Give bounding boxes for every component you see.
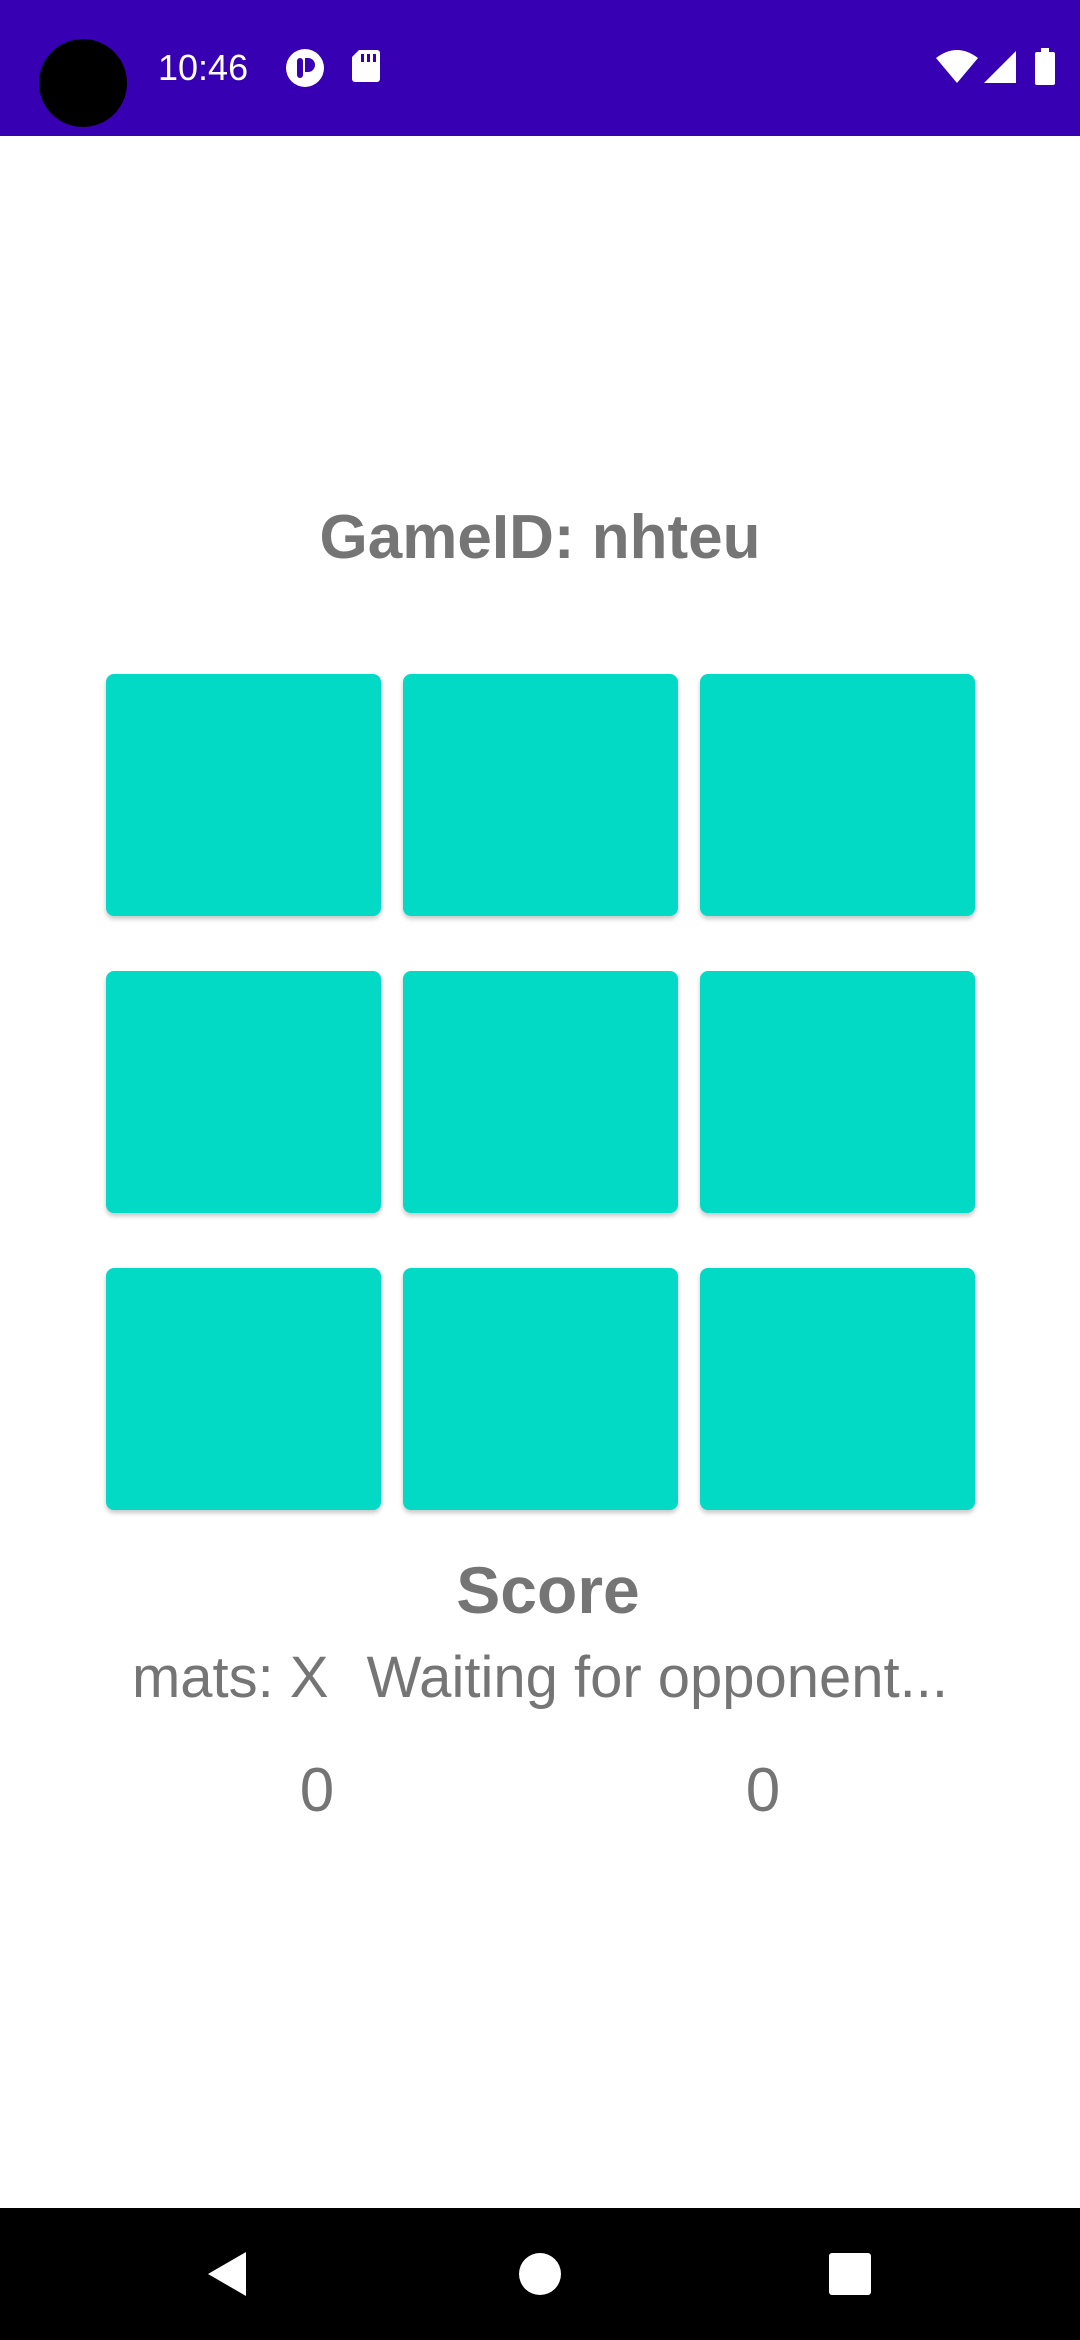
wifi-icon xyxy=(935,50,979,90)
player-two-score: 0 xyxy=(745,1756,781,1825)
board-cell-7[interactable] xyxy=(106,1268,381,1510)
board-cell-5[interactable] xyxy=(403,971,678,1213)
board-cell-9[interactable] xyxy=(700,1268,975,1510)
board-cell-2[interactable] xyxy=(403,674,678,916)
camera-cutout xyxy=(39,39,127,127)
status-clock: 10:46 xyxy=(158,47,249,88)
game-board xyxy=(106,674,976,1510)
player-two-label: Waiting for opponent... xyxy=(366,1645,949,1710)
player-one-label: mats: X xyxy=(131,1645,329,1710)
player-one-score: 0 xyxy=(299,1756,335,1825)
app-notification-icon xyxy=(285,48,325,88)
board-cell-1[interactable] xyxy=(106,674,381,916)
battery-icon xyxy=(1034,48,1056,88)
home-icon[interactable] xyxy=(510,2244,570,2304)
navigation-bar xyxy=(0,2208,1080,2340)
players-line: mats: X Waiting for opponent... xyxy=(0,1640,1080,1716)
board-cell-3[interactable] xyxy=(700,674,975,916)
board-cell-8[interactable] xyxy=(403,1268,678,1510)
game-id-label: GameID: nhteu xyxy=(319,503,761,572)
status-bar: 10:46 xyxy=(0,0,1080,136)
back-icon[interactable] xyxy=(196,2244,256,2304)
board-cell-4[interactable] xyxy=(106,971,381,1213)
sd-card-icon xyxy=(351,48,381,88)
cell-signal-icon xyxy=(983,50,1017,90)
recents-icon[interactable] xyxy=(820,2244,880,2304)
board-cell-6[interactable] xyxy=(700,971,975,1213)
score-title: Score xyxy=(456,1553,640,1627)
